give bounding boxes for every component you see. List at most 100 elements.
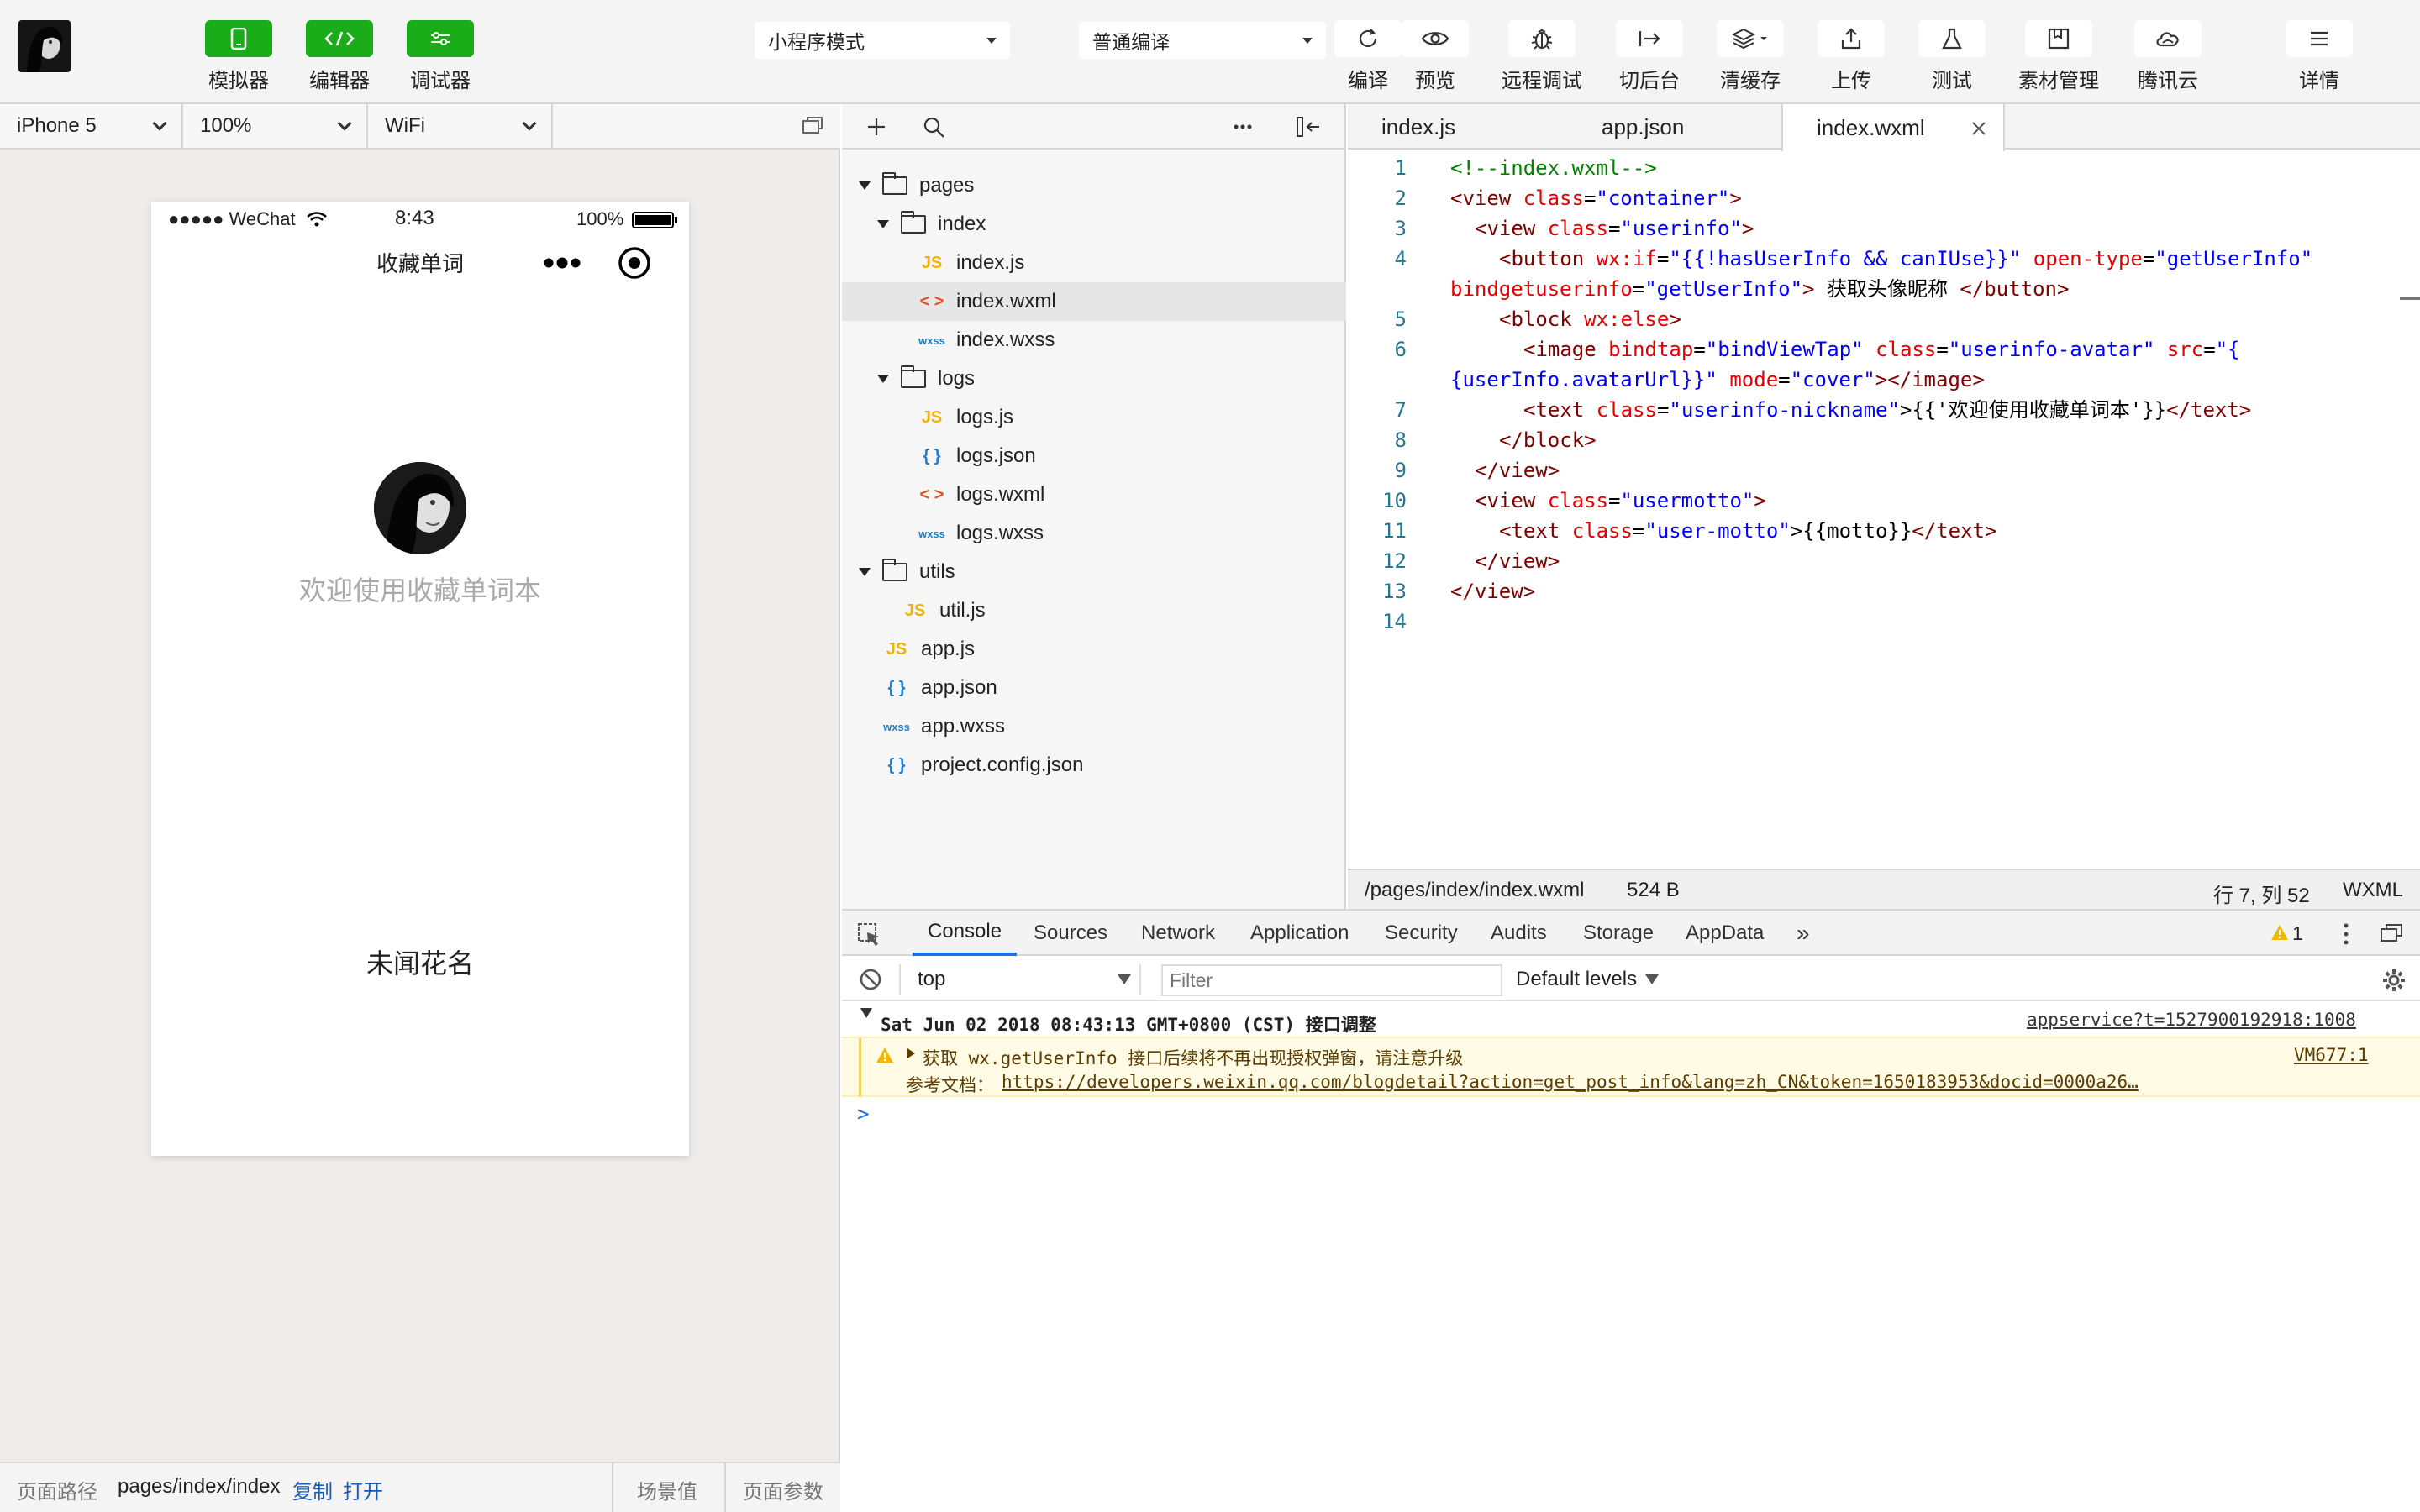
tab-app-json[interactable]: app.json xyxy=(1568,104,1718,150)
log-levels-select[interactable]: Default levels xyxy=(1516,964,1660,995)
compile-button[interactable] xyxy=(1334,20,1402,57)
tree-file-app-js[interactable]: JS app.js xyxy=(842,630,1346,669)
network-select-value: WiFi xyxy=(385,114,425,137)
tab-security[interactable]: Security xyxy=(1385,911,1458,956)
tab-label: Sources xyxy=(1034,921,1108,944)
clear-console-icon[interactable] xyxy=(859,968,882,991)
file-tree-toolbar xyxy=(842,104,1346,150)
tree-file-project-config[interactable]: { } project.config.json xyxy=(842,746,1346,785)
simulator-toggle-button[interactable] xyxy=(205,20,272,57)
background-button[interactable] xyxy=(1616,20,1683,57)
tree-folder-index[interactable]: index xyxy=(842,205,1346,244)
tencent-cloud-button[interactable] xyxy=(2134,20,2202,57)
undock-icon[interactable] xyxy=(2380,922,2403,944)
tab-audits[interactable]: Audits xyxy=(1491,911,1547,956)
tab-sources[interactable]: Sources xyxy=(1034,911,1107,956)
tree-file-index-wxss[interactable]: wxss index.wxss xyxy=(842,321,1346,360)
editor-toggle-button[interactable] xyxy=(306,20,373,57)
userinfo-avatar[interactable] xyxy=(374,462,466,554)
device-select[interactable]: iPhone 5 xyxy=(0,104,183,148)
tab-index-wxml[interactable]: index.wxml xyxy=(1781,104,2005,151)
code-token: class xyxy=(1523,186,1584,210)
status-language[interactable]: WXML xyxy=(2343,879,2403,902)
code-token: "container" xyxy=(1596,186,1730,210)
code-token: <text xyxy=(1523,398,1585,422)
user-avatar[interactable] xyxy=(18,20,71,72)
tree-item-label: app.js xyxy=(921,638,976,660)
battery-icon xyxy=(632,212,677,228)
log-source-link[interactable]: appservice?t=1527900192918:1008 xyxy=(2027,1010,2356,1030)
doc-link[interactable]: https://developers.weixin.qq.com/blogdet… xyxy=(1002,1072,2139,1092)
user-motto: 未闻花名 xyxy=(366,948,474,979)
tree-file-app-wxss[interactable]: wxss app.wxss xyxy=(842,707,1346,746)
tree-file-logs-js[interactable]: JS logs.js xyxy=(842,398,1346,437)
context-select[interactable]: top xyxy=(899,964,1141,995)
tree-folder-utils[interactable]: utils xyxy=(842,553,1346,591)
expand-arrow-icon[interactable] xyxy=(859,568,871,576)
assets-button[interactable] xyxy=(2025,20,2092,57)
context-select-value: top xyxy=(918,968,946,990)
tree-file-index-wxml[interactable]: < > index.wxml xyxy=(842,282,1346,321)
expand-arrow-icon[interactable] xyxy=(877,375,889,383)
warning-source-link[interactable]: VM677:1 xyxy=(2294,1045,2369,1065)
collapse-panel-icon[interactable] xyxy=(1296,116,1321,138)
console-filter-input[interactable] xyxy=(1161,964,1502,996)
tree-file-logs-wxss[interactable]: wxss logs.wxss xyxy=(842,514,1346,553)
tree-folder-pages[interactable]: pages xyxy=(842,166,1346,205)
remote-debug-button[interactable] xyxy=(1508,20,1576,57)
log-group-header[interactable]: Sat Jun 02 2018 08:43:13 GMT+0800 (CST) … xyxy=(842,1003,2420,1037)
network-select[interactable]: WiFi xyxy=(368,104,553,148)
expand-arrow-icon[interactable] xyxy=(859,181,871,190)
collapse-arrow-icon[interactable] xyxy=(860,1008,872,1018)
close-icon[interactable] xyxy=(1971,121,1986,136)
kebab-menu-icon[interactable] xyxy=(2343,922,2349,946)
warning-count[interactable]: 1 xyxy=(2292,922,2303,945)
tab-storage[interactable]: Storage xyxy=(1583,911,1654,956)
scrollbar-marker[interactable] xyxy=(2400,297,2420,300)
code-token: <block xyxy=(1499,307,1572,331)
expand-arrow-icon[interactable] xyxy=(908,1048,915,1058)
console-filter-bar: top Default levels xyxy=(842,958,2420,1001)
code-token: > xyxy=(1669,307,1681,331)
test-button[interactable] xyxy=(1918,20,1986,57)
compile-select[interactable]: 普通编译 xyxy=(1079,22,1326,59)
close-capsule-icon[interactable] xyxy=(617,245,652,281)
inspect-element-icon[interactable] xyxy=(857,922,882,948)
bug-icon xyxy=(1531,29,1553,50)
upload-button[interactable] xyxy=(1818,20,1885,57)
zoom-select[interactable]: 100% xyxy=(183,104,368,148)
open-path-link[interactable]: 打开 xyxy=(343,1475,383,1504)
tab-appdata[interactable]: AppData xyxy=(1686,911,1764,956)
simulator-label: 模拟器 xyxy=(208,70,269,92)
gear-icon[interactable] xyxy=(2381,968,2407,993)
preview-button[interactable] xyxy=(1402,20,1469,57)
editor-status-bar: /pages/index/index.wxml 524 B 行 7, 列 52 … xyxy=(1348,869,2420,909)
details-button[interactable] xyxy=(2286,20,2353,57)
tree-folder-logs[interactable]: logs xyxy=(842,360,1346,398)
tab-network[interactable]: Network xyxy=(1141,911,1215,956)
clear-cache-button[interactable] xyxy=(1717,20,1784,57)
plus-icon[interactable] xyxy=(865,116,887,138)
tree-file-logs-wxml[interactable]: < > logs.wxml xyxy=(842,475,1346,514)
mode-select[interactable]: 小程序模式 xyxy=(755,22,1010,59)
tree-file-index-js[interactable]: JS index.js xyxy=(842,244,1346,282)
detach-window-icon[interactable] xyxy=(802,116,823,142)
debugger-toggle-button[interactable] xyxy=(407,20,474,57)
more-tabs-icon[interactable]: » xyxy=(1797,911,1810,956)
code-token: src xyxy=(2166,338,2204,361)
more-options-icon[interactable] xyxy=(1234,124,1252,129)
tab-console[interactable]: Console xyxy=(913,911,1018,956)
tree-file-app-json[interactable]: { } app.json xyxy=(842,669,1346,707)
console-prompt-row[interactable]: > xyxy=(842,1100,2420,1131)
tab-application[interactable]: Application xyxy=(1250,911,1349,956)
expand-arrow-icon[interactable] xyxy=(877,220,889,228)
page-params-button[interactable]: 页面参数 xyxy=(743,1475,823,1504)
tree-file-logs-json[interactable]: { } logs.json xyxy=(842,437,1346,475)
tree-file-util-js[interactable]: JS util.js xyxy=(842,591,1346,630)
code-icon xyxy=(324,31,355,46)
scene-value-button[interactable]: 场景值 xyxy=(637,1475,697,1504)
more-icon[interactable] xyxy=(543,257,581,269)
search-icon[interactable] xyxy=(923,116,946,139)
copy-path-link[interactable]: 复制 xyxy=(292,1475,333,1504)
tab-index-js[interactable]: index.js xyxy=(1348,104,1489,150)
